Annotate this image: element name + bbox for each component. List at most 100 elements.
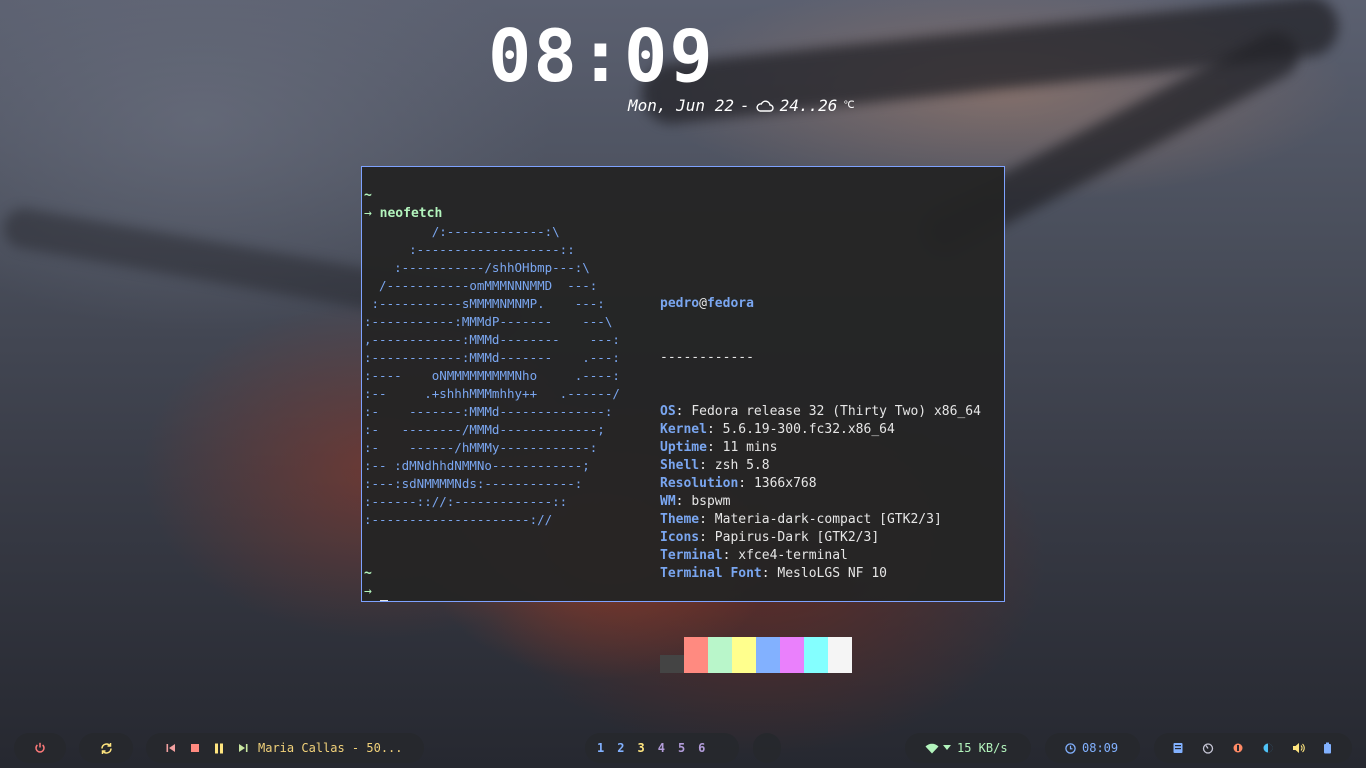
power-icon bbox=[34, 742, 46, 754]
active-prompt[interactable]: ~ → bbox=[364, 565, 388, 601]
logo-line: :------------:MMMd------- .---: bbox=[364, 350, 620, 365]
info-divider: ------------ bbox=[660, 350, 754, 365]
temperature-text: 24..26 bbox=[779, 96, 838, 115]
logo-line: :-----------sMMMMNMNMP. ---: bbox=[364, 296, 605, 311]
info-colon: : bbox=[706, 422, 723, 437]
system-tray bbox=[1154, 733, 1352, 763]
workspace-6[interactable]: 6 bbox=[698, 741, 705, 755]
user-host-line: pedro@fedora bbox=[660, 295, 981, 313]
bar-clock[interactable]: 08:09 bbox=[1045, 733, 1140, 763]
pause-icon[interactable] bbox=[214, 743, 224, 754]
media-player: Maria Callas - 50... bbox=[146, 733, 424, 763]
info-value: 11 mins bbox=[722, 440, 778, 455]
info-colon: : bbox=[699, 530, 715, 545]
info-key: Kernel bbox=[660, 422, 707, 437]
temperature-unit: ℃ bbox=[843, 100, 855, 111]
info-row: WM: bspwm bbox=[660, 493, 981, 511]
info-colon: : bbox=[675, 494, 692, 509]
workspace-3[interactable]: 3 bbox=[637, 741, 644, 755]
info-row: Kernel: 5.6.19-300.fc32.x86_64 bbox=[660, 421, 981, 439]
cpu-icon[interactable] bbox=[1232, 742, 1244, 754]
command-text: neofetch bbox=[379, 206, 443, 221]
info-row: Terminal: xfce4-terminal bbox=[660, 547, 981, 565]
window-indicator[interactable] bbox=[753, 733, 781, 763]
logo-line: /-----------omMMMNNNMMD ---: bbox=[364, 278, 598, 293]
logo-line: :- --------/MMMd-------------; bbox=[364, 422, 605, 437]
logo-line: :-- .+shhhMMMmhhy++ .------/ bbox=[364, 386, 620, 401]
command-line: → neofetch bbox=[364, 205, 1004, 223]
date-separator: - bbox=[739, 96, 750, 115]
timer-icon[interactable] bbox=[1202, 742, 1214, 754]
info-key: WM bbox=[660, 494, 676, 509]
refresh-button[interactable] bbox=[79, 733, 133, 763]
logo-line: :-- :dMNdhhdNMMNo------------; bbox=[364, 458, 590, 473]
logo-line: :---:sdNMMMMNds:------------: bbox=[364, 476, 583, 491]
desktop-clock: 08:09 bbox=[488, 14, 715, 98]
info-colon: : bbox=[738, 476, 754, 491]
info-value: xfce4-terminal bbox=[738, 548, 848, 563]
color-swatch bbox=[828, 637, 852, 673]
workspace-4[interactable]: 4 bbox=[658, 741, 665, 755]
skip-previous-icon[interactable] bbox=[166, 743, 176, 753]
hostname: fedora bbox=[706, 296, 754, 311]
username: pedro bbox=[660, 296, 700, 311]
info-value: MesloLGS NF 10 bbox=[777, 566, 887, 581]
color-palette bbox=[660, 637, 981, 673]
media-title[interactable]: Maria Callas - 50... bbox=[258, 741, 403, 755]
prompt-line: ~ bbox=[364, 187, 1004, 205]
info-row: OS: Fedora release 32 (Thirty Two) x86_6… bbox=[660, 403, 981, 421]
info-row: Uptime: 11 mins bbox=[660, 439, 981, 457]
color-swatch bbox=[660, 655, 684, 673]
logo-line: :- ------/hMMMy------------: bbox=[364, 440, 598, 455]
info-colon: : bbox=[699, 512, 715, 527]
prompt-tilde: ~ bbox=[364, 188, 372, 203]
logo-line: :------:://:-------------:: bbox=[364, 494, 568, 509]
info-colon: : bbox=[706, 440, 723, 455]
workspace-switcher: 123456 bbox=[585, 733, 739, 763]
cloud-icon bbox=[756, 100, 774, 112]
power-button[interactable] bbox=[14, 733, 66, 763]
wifi-icon bbox=[925, 743, 939, 754]
workspace-5[interactable]: 5 bbox=[678, 741, 685, 755]
fedora-ascii-logo: /:-------------:\ :-------------------::… bbox=[364, 223, 660, 709]
prompt-tilde: ~ bbox=[364, 566, 372, 581]
prompt-arrow: → bbox=[364, 584, 372, 599]
stop-icon[interactable] bbox=[190, 743, 200, 753]
brightness-icon[interactable] bbox=[1262, 742, 1274, 754]
info-value: bspwm bbox=[691, 494, 731, 509]
color-swatch bbox=[780, 637, 804, 673]
date-text: Mon, Jun 22 bbox=[628, 96, 734, 115]
skip-next-icon[interactable] bbox=[238, 743, 248, 753]
logo-line: :-------------------:: bbox=[364, 242, 575, 257]
workspace-1[interactable]: 1 bbox=[597, 741, 604, 755]
color-swatch bbox=[708, 637, 732, 673]
storage-icon[interactable] bbox=[1172, 742, 1184, 754]
logo-line: :- -------:MMMd--------------: bbox=[364, 404, 613, 419]
battery-icon[interactable] bbox=[1323, 742, 1332, 754]
info-key: OS bbox=[660, 404, 676, 419]
info-key: Shell bbox=[660, 458, 700, 473]
logo-line: :---------------------:// bbox=[364, 512, 553, 527]
info-key: Icons bbox=[660, 530, 700, 545]
volume-icon[interactable] bbox=[1292, 742, 1305, 754]
info-key: Resolution bbox=[660, 476, 739, 491]
color-swatch bbox=[684, 637, 708, 673]
logo-line: /:-------------:\ bbox=[364, 224, 560, 239]
network-status[interactable]: 15 KB/s bbox=[905, 733, 1031, 763]
color-swatch bbox=[804, 637, 828, 673]
logo-line: :-----------/shhOHbmp---:\ bbox=[364, 260, 590, 275]
info-colon: : bbox=[675, 404, 692, 419]
network-speed: 15 KB/s bbox=[957, 741, 1008, 755]
info-value: 5.6.19-300.fc32.x86_64 bbox=[722, 422, 895, 437]
workspace-2[interactable]: 2 bbox=[617, 741, 624, 755]
logo-line: ,------------:MMMd-------- ---: bbox=[364, 332, 620, 347]
date-weather-line: Mon, Jun 22 - 24..26 ℃ bbox=[628, 96, 855, 115]
info-row: Shell: zsh 5.8 bbox=[660, 457, 981, 475]
info-row: Icons: Papirus-Dark [GTK2/3] bbox=[660, 529, 981, 547]
info-value: Fedora release 32 (Thirty Two) x86_64 bbox=[691, 404, 981, 419]
terminal-window[interactable]: ~ → neofetch /:-------------:\ :--------… bbox=[361, 166, 1005, 673]
info-row: Theme: Materia-dark-compact [GTK2/3] bbox=[660, 511, 981, 529]
info-colon: : bbox=[722, 548, 739, 563]
color-swatch bbox=[756, 637, 780, 673]
info-key: Terminal Font bbox=[660, 566, 762, 581]
